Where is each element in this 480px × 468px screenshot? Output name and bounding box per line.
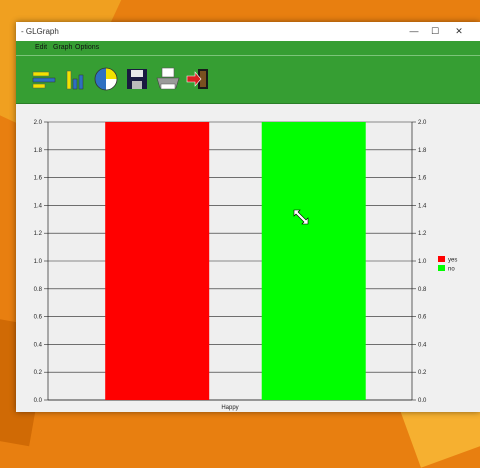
- y-tick-label-right: 0.2: [418, 370, 427, 376]
- menu-options[interactable]: Options: [75, 44, 99, 51]
- bar-chart-horizontal-icon[interactable]: [30, 65, 58, 93]
- y-tick-label-left: 1.6: [34, 176, 43, 182]
- legend-swatch-yes: [438, 256, 445, 262]
- print-icon[interactable]: [154, 65, 182, 93]
- x-category-label: Happy: [221, 405, 238, 411]
- y-tick-label-left: 1.8: [34, 148, 43, 154]
- close-button[interactable]: ✕: [451, 25, 467, 37]
- legend-label-no: no: [448, 267, 455, 273]
- bar-chart: 0.0 0.0 0.2 0.2 0.4 0.4 0.6 0.6 0.8 0.8 1.0 1.0 1.2 1…: [34, 120, 458, 411]
- minimize-button[interactable]: —: [406, 25, 422, 37]
- menu-edit[interactable]: Edit: [35, 44, 47, 51]
- toolbar: [16, 55, 480, 105]
- bar-chart-vertical-icon[interactable]: [62, 65, 90, 93]
- y-tick-label-right: 1.8: [418, 148, 427, 154]
- y-tick-label-right: 1.4: [418, 203, 427, 209]
- y-tick-label-right: 0.8: [418, 287, 427, 293]
- window-title: - GLGraph: [21, 27, 59, 36]
- y-tick-label-right: 1.6: [418, 176, 427, 182]
- y-tick-label-right: 2.0: [418, 120, 427, 126]
- exit-icon[interactable]: [184, 65, 212, 93]
- y-tick-label-left: 0.4: [34, 342, 43, 348]
- menu-bar: Edit Graph Options: [16, 41, 480, 55]
- y-tick-label-left: 0.6: [34, 315, 43, 321]
- y-tick-label-left: 1.0: [34, 259, 43, 265]
- y-tick-label-right: 1.2: [418, 231, 427, 237]
- legend-label-yes: yes: [448, 258, 457, 264]
- menu-graph[interactable]: Graph: [53, 44, 72, 51]
- y-tick-label-right: 0.0: [418, 398, 427, 404]
- y-tick-label-right: 0.4: [418, 342, 427, 348]
- maximize-button[interactable]: ☐: [427, 25, 443, 37]
- title-bar[interactable]: - GLGraph — ☐ ✕: [16, 22, 480, 41]
- pie-chart-icon[interactable]: [92, 65, 120, 93]
- bar-yes: [105, 122, 210, 400]
- y-tick-label-left: 0.8: [34, 287, 43, 293]
- app-window: - GLGraph — ☐ ✕ Edit Graph Options 0.0 0…: [16, 22, 480, 412]
- y-tick-label-right: 0.6: [418, 315, 427, 321]
- bar-no: [261, 122, 366, 400]
- y-tick-label-left: 2.0: [34, 120, 43, 126]
- legend-swatch-no: [438, 265, 445, 271]
- save-icon[interactable]: [123, 65, 151, 93]
- y-tick-label-left: 0.0: [34, 398, 43, 404]
- y-tick-label-right: 1.0: [418, 259, 427, 265]
- y-tick-label-left: 1.4: [34, 203, 43, 209]
- y-tick-label-left: 0.2: [34, 370, 43, 376]
- y-tick-label-left: 1.2: [34, 231, 43, 237]
- chart-area: 0.0 0.0 0.2 0.2 0.4 0.4 0.6 0.6 0.8 0.8 1.0 1.0 1.2 1…: [16, 104, 480, 412]
